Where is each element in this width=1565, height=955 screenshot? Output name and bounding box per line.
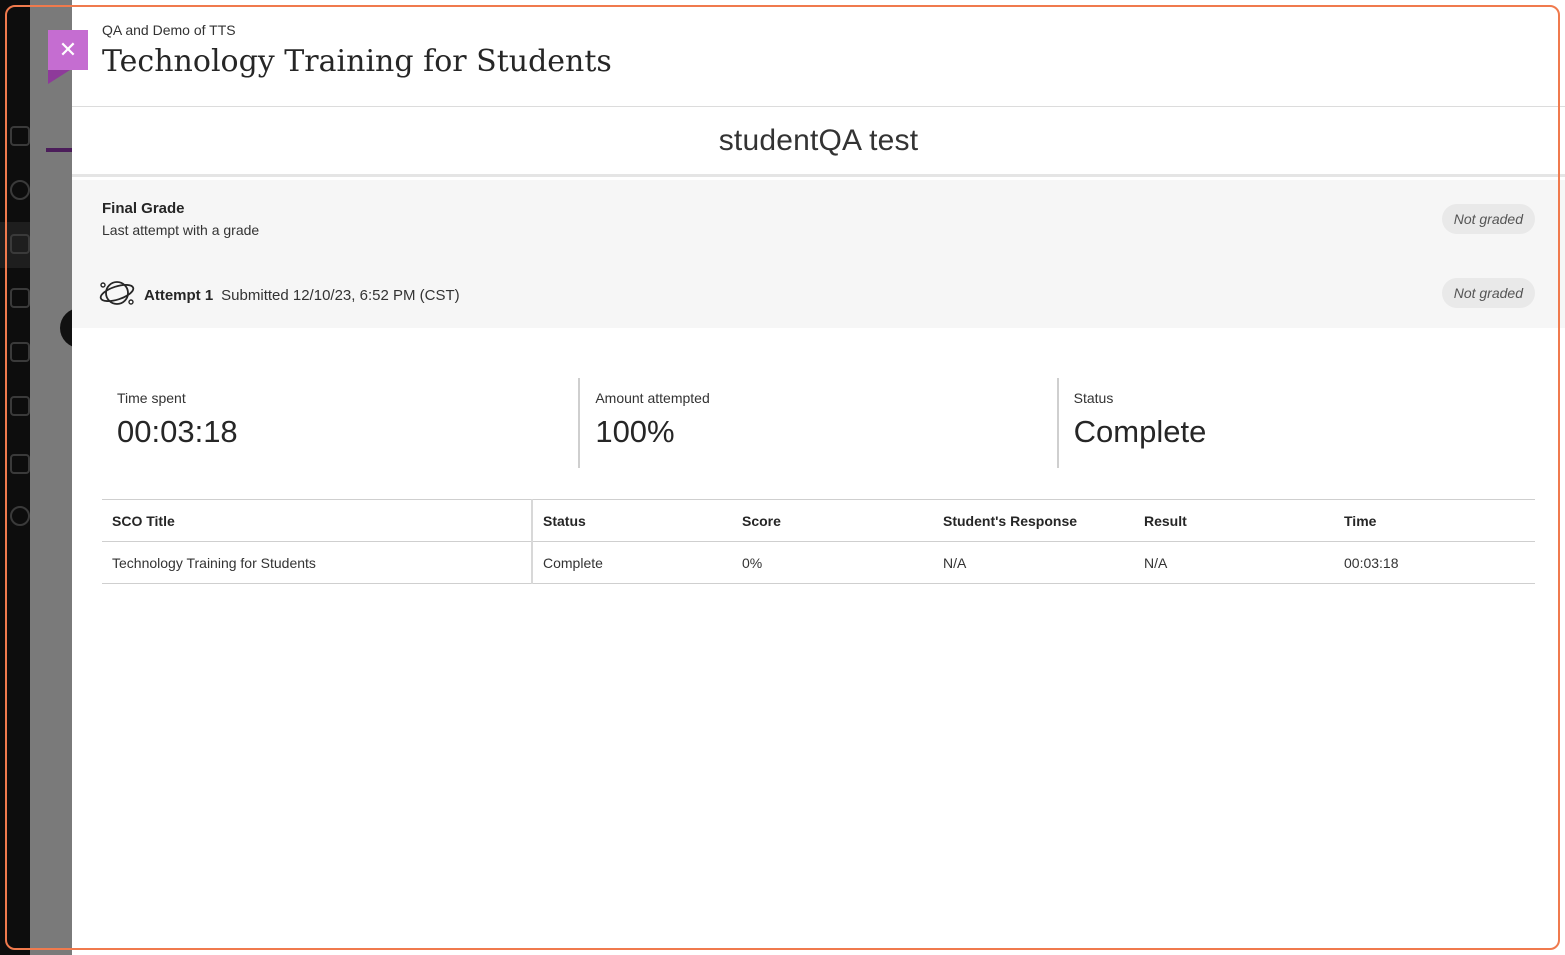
table-header-row: SCO Title Status Score Student's Respons… [102,499,1535,542]
attempt-stats: Time spent 00:03:18 Amount attempted 100… [102,378,1535,468]
student-header: studentQA test [72,107,1565,177]
close-icon: ✕ [58,37,78,62]
stat-value: 00:03:18 [117,414,238,449]
background-calendar-icon [10,288,30,308]
cell-sco-title: Technology Training for Students [102,541,533,584]
cell-student-response: N/A [933,541,1134,584]
stat-value: 100% [595,414,675,449]
column-header-result: Result [1134,499,1334,542]
course-name: QA and Demo of TTS [102,22,236,38]
background-grades-icon [10,396,30,416]
stat-label: Amount attempted [595,390,710,406]
attempt-row[interactable]: Attempt 1 Submitted 12/10/23, 6:52 PM (C… [98,276,460,314]
stat-amount-attempted: Amount attempted 100% [578,378,1056,468]
background-tab-indicator [46,148,72,152]
table-row: Technology Training for Students Complet… [102,541,1535,584]
attempt-grade-pill: Not graded [1441,278,1535,308]
stat-label: Time spent [117,390,186,406]
column-header-student-response: Student's Response [933,499,1134,542]
background-globe-icon [10,180,30,200]
cell-status: Complete [532,541,732,584]
attempt-submitted: Submitted 12/10/23, 6:52 PM (CST) [221,286,460,304]
cell-time: 00:03:18 [1334,541,1535,584]
background-user-icon [10,126,30,146]
cell-score: 0% [732,541,933,584]
student-name: studentQA test [718,123,919,157]
stat-label: Status [1073,390,1114,406]
grade-section: Final Grade Last attempt with a grade No… [72,180,1565,328]
cell-result: N/A [1134,541,1334,584]
stat-time-spent: Time spent 00:03:18 [102,378,578,468]
background-mail-icon [10,342,30,362]
final-grade-label: Final Grade [102,200,185,217]
close-panel-button[interactable]: ✕ [48,30,88,70]
sco-table: SCO Title Status Score Student's Respons… [102,499,1535,584]
grade-details-panel: QA and Demo of TTS Technology Training f… [72,0,1565,955]
final-grade-pill: Not graded [1441,204,1535,234]
background-courses-icon [10,234,30,254]
column-header-score: Score [732,499,933,542]
attempt-label: Attempt 1 [144,286,214,304]
column-header-status: Status [532,499,732,542]
stat-value: Complete [1073,414,1207,449]
column-header-time: Time [1334,499,1535,542]
planet-icon [98,276,136,314]
background-signout-icon [10,506,30,526]
panel-header: QA and Demo of TTS Technology Training f… [72,0,1565,107]
column-header-sco-title: SCO Title [102,499,533,542]
background-avatar [60,308,72,348]
background-tools-icon [10,454,30,474]
page-title: Technology Training for Students [102,44,612,79]
stat-status: Status Complete [1056,378,1535,468]
background-course-page [30,0,72,955]
final-grade-sublabel: Last attempt with a grade [102,222,260,238]
background-nav-rail [0,0,30,955]
